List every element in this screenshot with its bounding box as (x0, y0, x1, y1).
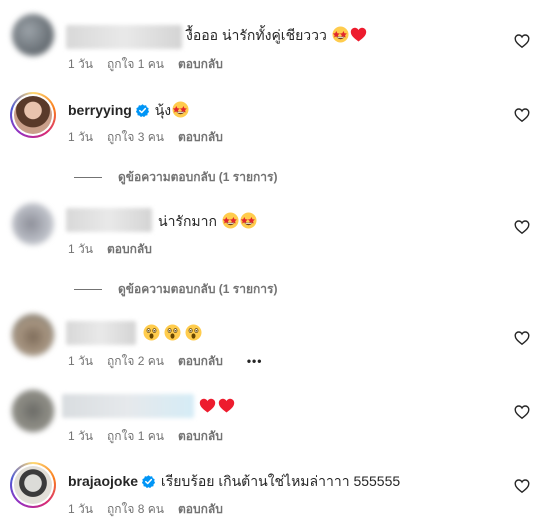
comment-time[interactable]: 1 วัน (68, 130, 93, 144)
like-heart-icon[interactable] (514, 330, 530, 346)
avatar[interactable] (10, 462, 56, 508)
avatar[interactable] (12, 14, 54, 56)
comment-line (142, 323, 202, 343)
astonished-emoji-icon (143, 324, 160, 341)
star-struck-emoji-icon (332, 26, 349, 43)
red-heart-emoji-icon (350, 27, 366, 42)
like-heart-icon[interactable] (514, 107, 530, 123)
verified-badge-icon (142, 475, 156, 488)
username[interactable]: brajaojoke (68, 473, 138, 489)
like-heart-icon[interactable] (514, 219, 530, 235)
avatar[interactable] (10, 92, 56, 138)
avatar[interactable] (12, 390, 54, 432)
star-struck-emoji-icon (240, 212, 257, 229)
username-blurred[interactable] (62, 394, 194, 418)
comment-time[interactable]: 1 วัน (68, 502, 93, 516)
like-heart-icon[interactable] (514, 478, 530, 494)
like-count[interactable]: ถูกใจ 8 คน (107, 502, 164, 516)
comment-meta: 1 วัน ถูกใจ 8 คน ตอบกลับ (68, 501, 237, 517)
username-blurred[interactable] (66, 25, 182, 49)
avatar[interactable] (12, 203, 54, 245)
divider (74, 289, 102, 291)
comment-line (198, 396, 235, 416)
view-replies-label: ดูข้อความตอบกลับ (1 รายการ) (118, 282, 278, 296)
reply-button[interactable]: ตอบกลับ (178, 502, 223, 516)
username[interactable]: berryying (68, 102, 132, 118)
comment-time[interactable]: 1 วัน (68, 242, 93, 256)
view-replies-label: ดูข้อความตอบกลับ (1 รายการ) (118, 170, 278, 184)
comment-text: น่ารักมาก (158, 213, 217, 229)
view-replies-button[interactable]: ดูข้อความตอบกลับ (1 รายการ) (74, 169, 277, 185)
comment-time[interactable]: 1 วัน (68, 354, 93, 368)
more-options-button[interactable]: ••• (247, 354, 263, 368)
star-struck-emoji-icon (172, 101, 189, 118)
comment-line: brajaojoke เรียบร้อย เกินต้านใช่ไหมล่าาา… (68, 471, 400, 491)
verified-badge-icon (135, 104, 149, 117)
star-struck-emoji-icon (222, 212, 239, 229)
like-heart-icon[interactable] (514, 33, 530, 49)
red-heart-emoji-icon (199, 398, 216, 413)
like-count[interactable]: ถูกใจ 3 คน (107, 130, 164, 144)
reply-button[interactable]: ตอบกลับ (178, 429, 223, 443)
comment-time[interactable]: 1 วัน (68, 57, 93, 71)
like-count[interactable]: ถูกใจ 2 คน (107, 354, 164, 368)
comment-text: นุ้ง (154, 102, 172, 118)
username-blurred[interactable] (66, 321, 136, 345)
comment-meta: 1 วัน ถูกใจ 1 คน ตอบกลับ (68, 428, 237, 444)
astonished-emoji-icon (164, 324, 181, 341)
reply-button[interactable]: ตอบกลับ (178, 354, 223, 368)
reply-button[interactable]: ตอบกลับ (107, 242, 152, 256)
like-heart-icon[interactable] (514, 404, 530, 420)
avatar[interactable] (12, 314, 54, 356)
astonished-emoji-icon (185, 324, 202, 341)
divider (74, 177, 102, 179)
like-count[interactable]: ถูกใจ 1 คน (107, 57, 164, 71)
reply-button[interactable]: ตอบกลับ (178, 130, 223, 144)
red-heart-emoji-icon (218, 398, 235, 413)
username-blurred[interactable] (66, 208, 152, 232)
like-count[interactable]: ถูกใจ 1 คน (107, 429, 164, 443)
comment-line: berryying นุ้ง (68, 100, 189, 120)
comment-text: งื้อออ น่ารักทั้งคู่เชียววว (186, 27, 327, 43)
comment-meta: 1 วัน ถูกใจ 1 คน ตอบกลับ (68, 56, 237, 72)
comment-meta: 1 วัน ถูกใจ 2 คน ตอบกลับ ••• (68, 353, 276, 369)
comment-text: เรียบร้อย เกินต้านใช่ไหมล่าาาา 555555 (160, 473, 401, 489)
reply-button[interactable]: ตอบกลับ (178, 57, 223, 71)
comment-line: น่ารักมาก (158, 211, 257, 231)
view-replies-button[interactable]: ดูข้อความตอบกลับ (1 รายการ) (74, 281, 277, 297)
comment-meta: 1 วัน ตอบกลับ (68, 241, 166, 257)
comment-meta: 1 วัน ถูกใจ 3 คน ตอบกลับ (68, 129, 237, 145)
comment-line: งื้อออ น่ารักทั้งคู่เชียววว (186, 25, 367, 45)
comment-time[interactable]: 1 วัน (68, 429, 93, 443)
